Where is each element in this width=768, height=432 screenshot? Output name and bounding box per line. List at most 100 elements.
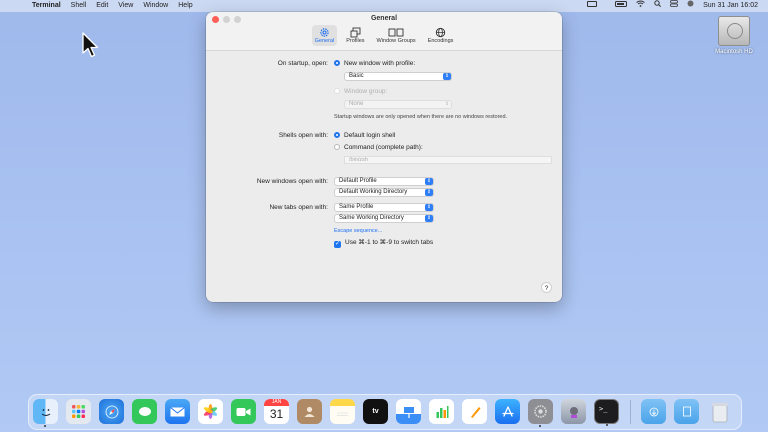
menu-help[interactable]: Help [178, 0, 192, 12]
radio-unselected-icon [334, 144, 340, 150]
safari-icon[interactable] [99, 399, 124, 424]
startup-profile-popup[interactable]: Basic ⇕ [344, 72, 452, 81]
tab-encodings[interactable]: Encodings [425, 25, 457, 46]
startup-window-group-radio[interactable]: Window group: [334, 88, 387, 95]
checkmark-icon: ✓ [334, 241, 341, 248]
settings-tabs: General Profiles Window Groups Encodings [206, 25, 562, 46]
running-indicator [44, 425, 46, 427]
menu-edit[interactable]: Edit [96, 0, 108, 12]
window-title: General [370, 15, 398, 22]
startup-note: Startup windows are only opened when the… [334, 114, 508, 120]
spotlight-icon[interactable] [654, 0, 662, 12]
apple-tv-icon[interactable]: tv [363, 399, 388, 424]
popup-arrows-icon: ⇕ [444, 101, 450, 107]
menu-app-name[interactable]: Terminal [32, 0, 61, 12]
terminal-settings-window: General General Profiles Window Groups E… [206, 12, 562, 302]
new-windows-directory-popup[interactable]: Default Working Directory ⇕ [334, 188, 434, 197]
popup-arrows-icon: ⇕ [425, 204, 433, 211]
control-center-icon[interactable] [670, 0, 679, 12]
messages-icon[interactable] [132, 399, 157, 424]
new-tabs-profile-popup[interactable]: Same Profile ⇕ [334, 203, 434, 212]
menu-clock[interactable]: Sun 31 Jan 16:02 [703, 0, 758, 12]
numbers-icon[interactable] [429, 399, 454, 424]
finder-icon[interactable] [33, 399, 58, 427]
startup-profile-value: Basic [349, 73, 364, 79]
tab-general[interactable]: General [311, 25, 338, 46]
radio-selected-icon [334, 60, 340, 66]
menu-view[interactable]: View [118, 0, 133, 12]
window-toolbar: General General Profiles Window Groups E… [206, 12, 562, 51]
new-tabs-profile-value: Same Profile [339, 204, 374, 210]
switch-tabs-label: Use ⌘-1 to ⌘-9 to switch tabs [345, 239, 434, 246]
pages-icon[interactable] [462, 399, 487, 424]
battery-icon[interactable] [606, 0, 628, 12]
mail-icon[interactable] [165, 399, 190, 424]
window-groups-icon [388, 27, 404, 38]
calendar-icon[interactable]: JAN 31 [264, 399, 289, 424]
shell-command-field[interactable]: /bin/zsh [344, 156, 552, 164]
app-store-icon[interactable] [495, 399, 520, 424]
menu-window[interactable]: Window [143, 0, 168, 12]
screen-mirroring-icon[interactable] [578, 0, 598, 12]
tab-window-groups-label: Window Groups [376, 38, 416, 44]
menu-shell[interactable]: Shell [71, 0, 87, 12]
escape-sequence-link[interactable]: Escape sequence... [334, 228, 382, 234]
tab-profiles[interactable]: Profiles [343, 25, 367, 46]
drive-label: Macintosh HD [715, 49, 753, 55]
dock-separator [630, 400, 631, 424]
new-windows-directory-value: Default Working Directory [339, 189, 408, 195]
system-preferences-icon[interactable] [528, 399, 553, 427]
tab-profiles-label: Profiles [346, 38, 365, 44]
tab-general-label: General [314, 38, 335, 44]
terminal-icon[interactable]: >_ [594, 399, 619, 426]
dock: JAN 31 tv >_ [28, 394, 742, 430]
calendar-month: JAN [264, 399, 289, 406]
shell-command-placeholder: /bin/zsh [349, 157, 368, 163]
wifi-icon[interactable] [636, 0, 645, 12]
switch-tabs-checkbox[interactable]: ✓ Use ⌘-1 to ⌘-9 to switch tabs [334, 238, 433, 248]
keynote-icon[interactable] [396, 399, 421, 424]
launchpad-icon[interactable] [66, 399, 91, 424]
photos-icon[interactable] [198, 399, 223, 424]
popup-arrows-icon: ⇕ [425, 178, 433, 185]
new-tabs-label: New tabs open with: [269, 204, 328, 211]
startup-new-window-radio[interactable]: New window with profile: [334, 60, 415, 67]
tab-encodings-label: Encodings [427, 38, 454, 44]
mouse-pointer-icon [82, 32, 100, 63]
trash-icon[interactable] [707, 399, 732, 424]
shell-command-radio[interactable]: Command (complete path): [334, 144, 423, 151]
shell-default-label: Default login shell [344, 132, 396, 139]
tab-window-groups[interactable]: Window Groups [374, 25, 419, 46]
help-button[interactable]: ? [541, 282, 552, 293]
shell-default-radio[interactable]: Default login shell [334, 132, 395, 139]
profiles-icon [350, 27, 361, 38]
new-tabs-directory-popup[interactable]: Same Working Directory ⇕ [334, 214, 434, 223]
window-group-popup[interactable]: None ⇕ [344, 100, 452, 109]
automator-icon[interactable] [561, 399, 586, 424]
desktop-drive[interactable]: Macintosh HD [710, 16, 758, 55]
new-windows-profile-popup[interactable]: Default Profile ⇕ [334, 177, 434, 186]
startup-new-window-label: New window with profile: [344, 60, 416, 67]
gear-icon [319, 27, 330, 38]
new-tabs-directory-value: Same Working Directory [339, 215, 404, 221]
contacts-icon[interactable] [297, 399, 322, 424]
radio-unselected-icon [334, 88, 340, 94]
new-windows-profile-value: Default Profile [339, 178, 377, 184]
radio-selected-icon [334, 132, 340, 138]
running-indicator [606, 424, 608, 426]
new-windows-label: New windows open with: [256, 178, 328, 185]
calendar-day: 31 [269, 407, 284, 421]
running-indicator [539, 425, 541, 427]
documents-folder-icon[interactable] [674, 399, 699, 424]
siri-icon[interactable] [687, 0, 694, 12]
startup-window-group-label: Window group: [344, 88, 388, 95]
facetime-icon[interactable] [231, 399, 256, 424]
downloads-folder-icon[interactable] [641, 399, 666, 424]
notes-icon[interactable] [330, 399, 355, 424]
window-group-value: None [349, 101, 364, 107]
popup-arrows-icon: ⇕ [425, 189, 433, 196]
popup-arrows-icon: ⇕ [425, 215, 433, 222]
shell-command-label: Command (complete path): [344, 144, 423, 151]
hard-drive-icon [718, 16, 750, 46]
popup-arrows-icon: ⇕ [443, 73, 451, 80]
